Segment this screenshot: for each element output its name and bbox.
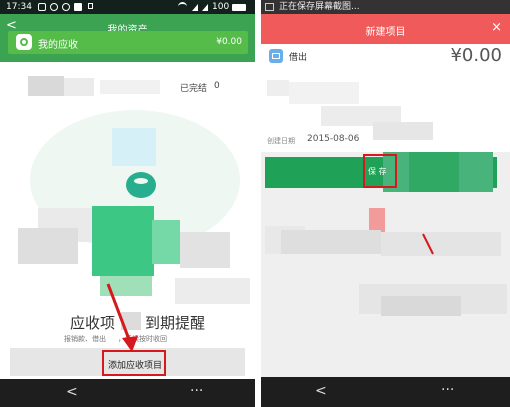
screenshot-icon [265, 3, 274, 11]
signal-icon-2 [202, 4, 208, 11]
form-fields: 创建日期 2015-08-06 [261, 68, 510, 152]
blurred-block [175, 278, 250, 304]
blurred-block [18, 228, 78, 264]
blurred-block [281, 230, 381, 254]
save-button[interactable]: 保 存 [363, 154, 397, 188]
red-arrow-tail-icon [422, 233, 434, 255]
red-arrow-icon [106, 283, 138, 352]
blurred-tab [28, 76, 64, 96]
nav-menu-button[interactable]: ··· [190, 383, 203, 399]
navigation-bar: < ··· [261, 377, 510, 407]
wallet-icon-inner [20, 38, 28, 46]
empty-subtitle-start: 报销款、借出 [64, 335, 106, 343]
page-title: 新建项目 [365, 27, 406, 38]
add-receivable-label: 添加应收项目 [108, 361, 163, 371]
close-button[interactable]: × [491, 20, 502, 35]
navigation-bar: < ··· [0, 379, 255, 407]
illustration-head [126, 172, 156, 198]
blurred-save-area [409, 152, 459, 194]
blurred-block [381, 232, 501, 256]
illustration-body [92, 206, 154, 276]
blurred-block [381, 296, 461, 316]
card-title: 我的应收 [38, 40, 78, 51]
illustration-eye [134, 178, 148, 184]
blurred-block [180, 232, 230, 268]
status-bar: 17:34 100 [0, 0, 255, 14]
sim-icon [88, 3, 93, 9]
tab-row: 已完结 0 [0, 72, 255, 100]
tab-completed-count: 0 [214, 81, 220, 91]
empty-title-end: 到期提醒 [145, 314, 206, 332]
chat-icon [50, 3, 58, 11]
signal-icon [192, 4, 198, 11]
wifi-icon [178, 2, 187, 11]
content-area [261, 192, 510, 378]
receivable-card[interactable]: 我的应收 ¥0.00 [8, 31, 248, 54]
nav-menu-button[interactable]: ··· [441, 382, 454, 398]
loan-icon-inner [272, 53, 280, 59]
status-bar: 正在保存屏幕截图... [261, 0, 510, 14]
left-phone-screen: 17:34 100 < 我的资产 我的应收 ¥0.00 已完结 0 [0, 0, 255, 407]
blurred-field [373, 122, 433, 140]
battery-icon [232, 4, 246, 11]
blurred-tab [64, 78, 94, 96]
tab-completed[interactable]: 已完结 [180, 81, 207, 94]
illustration-arm [152, 220, 180, 264]
message-icon [38, 3, 46, 11]
nav-back-button[interactable]: < [66, 384, 78, 400]
app-icon [62, 3, 70, 11]
image-icon [74, 3, 82, 11]
date-value[interactable]: 2015-08-06 [307, 134, 359, 144]
blurred-field [289, 82, 359, 104]
right-phone-screen: 正在保存屏幕截图... 新建项目 × 借出 ¥0.00 创建日期 2015-08… [261, 0, 510, 407]
save-label: 保 存 [368, 167, 387, 176]
blurred-tab [100, 80, 160, 94]
type-row[interactable]: 借出 ¥0.00 [261, 44, 510, 68]
status-text: 正在保存屏幕截图... [279, 2, 360, 12]
red-header: 新建项目 × [261, 14, 510, 44]
amount-value[interactable]: ¥0.00 [450, 45, 502, 66]
blurred-field [267, 80, 289, 96]
nav-back-button[interactable]: < [315, 383, 327, 399]
date-label: 创建日期 [267, 137, 295, 145]
card-amount: ¥0.00 [216, 37, 242, 47]
blurred-illustration [112, 128, 156, 166]
type-label: 借出 [289, 53, 308, 63]
status-time: 17:34 [6, 2, 32, 12]
battery-level: 100 [212, 2, 230, 12]
